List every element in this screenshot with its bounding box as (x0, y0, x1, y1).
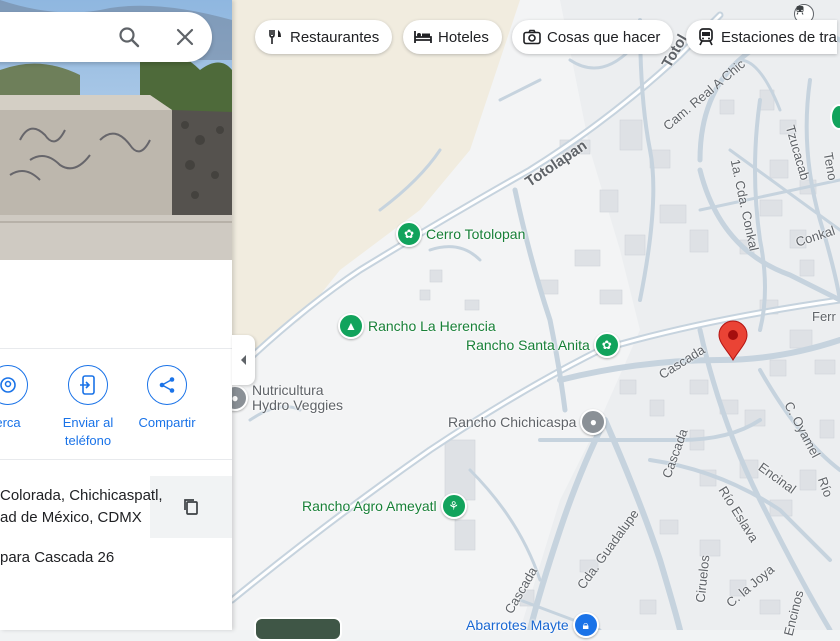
nearby-button[interactable]: erca (0, 365, 48, 432)
divider (0, 459, 232, 460)
chip-restaurants[interactable]: Restaurantes (255, 20, 393, 54)
share-icon (147, 365, 187, 405)
chip-label: Hoteles (438, 28, 489, 46)
copy-icon (184, 499, 198, 515)
poi-label-2: Hydro Veggies (252, 397, 344, 413)
poi-label: Rancho Santa Anita (466, 337, 590, 353)
train-icon (697, 28, 715, 46)
place-panel: erca Enviar al teléfono Compartir Colora… (0, 0, 232, 630)
action-label: Enviar al teléfono (62, 415, 114, 448)
chip-hotels[interactable]: Hoteles (403, 20, 502, 54)
poi-label: Rancho Agro Ameyatl (302, 498, 437, 514)
address-text: Colorada, Chichicaspatl, ad de México, C… (0, 485, 163, 529)
chip-label: Estaciones de tra (721, 28, 837, 46)
chip-transit-stations[interactable]: Estaciones de tra (686, 20, 837, 54)
layers-thumbnail[interactable] (254, 617, 342, 641)
poi-label: Rancho Chichicaspa (448, 414, 577, 430)
send-to-phone-button[interactable]: Enviar al teléfono (48, 365, 128, 450)
share-button[interactable]: Compartir (127, 365, 207, 432)
chevron-left-icon (240, 355, 246, 365)
address-line-1: Colorada, Chichicaspatl, (0, 487, 163, 504)
park-icon: ✿ (593, 332, 620, 358)
shop-icon: 🔒︎ (572, 612, 599, 638)
poi-nutricultura[interactable]: ● Nutricultura Hydro Veggies (222, 383, 343, 413)
chip-label: Restaurantes (290, 28, 380, 46)
poi-rancho-santa-anita[interactable]: Rancho Santa Anita ✿ (466, 332, 620, 358)
chip-label: Cosas que hacer (547, 28, 661, 46)
send-to-phone-icon (68, 365, 108, 405)
poi-rancho-agro-ameyatl[interactable]: Rancho Agro Ameyatl ⚘ (302, 493, 467, 519)
street-label: Ferr (812, 309, 836, 324)
collapse-panel-button[interactable] (232, 335, 255, 385)
camera-icon (523, 28, 541, 46)
poi-cerro-totolopan[interactable]: ✿ Cerro Totolopan (396, 221, 525, 247)
close-icon[interactable] (173, 25, 197, 49)
poi-rancho-chichicaspa[interactable]: Rancho Chichicaspa ● (448, 409, 607, 435)
fork-knife-icon (266, 28, 284, 46)
tree-icon: ▲ (338, 313, 364, 339)
park-icon: ✿ (396, 221, 422, 247)
chip-things-to-do[interactable]: Cosas que hacer (512, 20, 674, 54)
search-icon[interactable] (117, 25, 141, 49)
place-icon: ● (580, 409, 607, 435)
hiking-icon: ⚘ (440, 493, 467, 519)
action-label: erca (0, 415, 21, 430)
nearby-icon (0, 365, 28, 405)
search-box[interactable] (0, 12, 212, 62)
poi-label: Cerro Totolopan (426, 226, 526, 242)
action-label: Compartir (138, 415, 196, 430)
poi-label: Nutricultura (252, 382, 324, 398)
plus-code-text: para Cascada 26 (0, 549, 115, 566)
divider (0, 348, 232, 349)
poi-label: Abarrotes Mayte (466, 617, 569, 633)
bed-icon (414, 28, 432, 46)
address-line-2: ad de México, CDMX (0, 509, 142, 526)
poi-abarrotes-mayte[interactable]: Abarrotes Mayte 🔒︎ (466, 612, 599, 638)
